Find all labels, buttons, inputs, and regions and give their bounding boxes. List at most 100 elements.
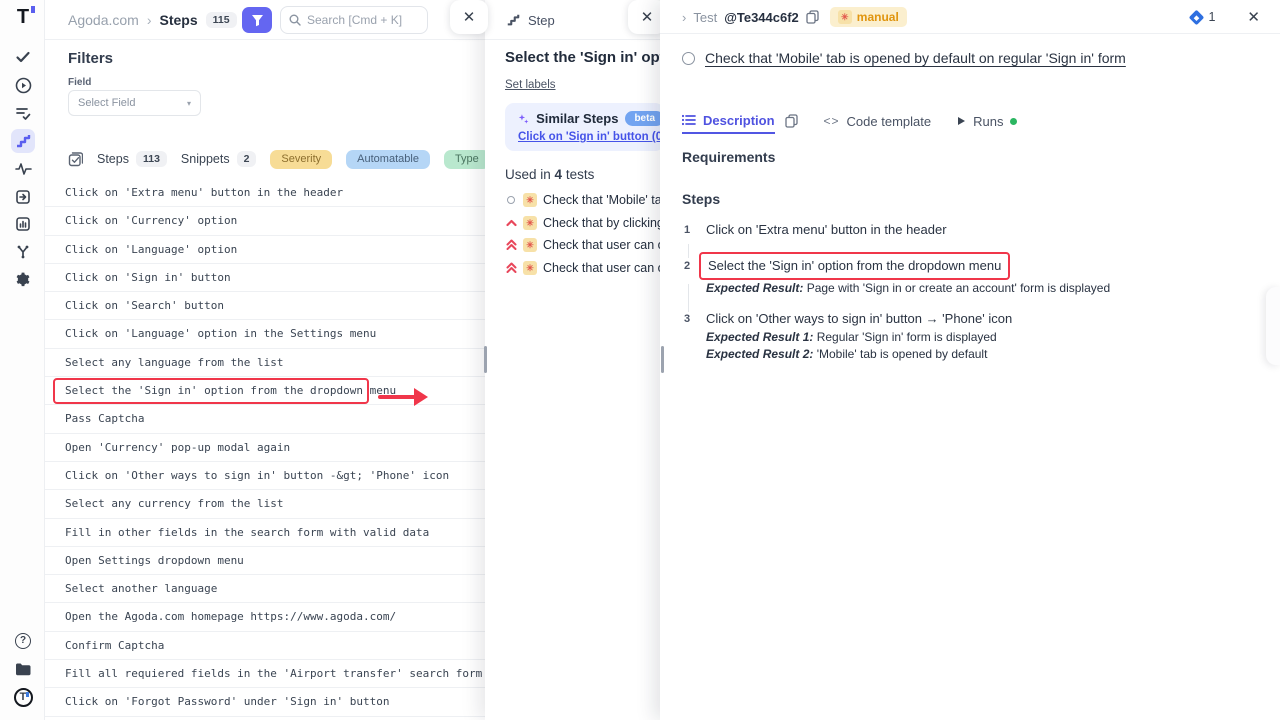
profile-logo-icon[interactable]: T [11,685,35,709]
breadcrumb-separator-icon: › [147,12,152,28]
priority-high-icon [505,217,517,229]
step-panel-title-label: Step [528,13,555,28]
test-title[interactable]: Check that 'Mobile' tab is opened by def… [705,50,1126,66]
test-list-item[interactable]: ✳ Check that user can op [505,234,660,257]
test-step: 1 Click on 'Extra menu' button in the he… [682,220,1260,240]
branch-icon[interactable] [11,240,35,264]
test-detail-panel: › Test @Te344c6f2 ✳ manual 1 ✕ Check tha… [660,0,1280,720]
manual-emoji-icon: ✳ [523,216,537,230]
manual-emoji-icon: ✳ [523,193,537,207]
tab-snippets-count: 2 [237,151,257,167]
tab-runs-label: Runs [973,114,1003,129]
tab-snippets[interactable]: Snippets 2 [181,151,257,167]
similar-step-link[interactable]: Click on 'Sign in' button (0.9715 [518,131,660,143]
multi-select-icon[interactable] [68,152,83,167]
breadcrumb: Agoda.com › Steps 115 [68,0,237,40]
step-detail-panel: Step ✕ Select the 'Sign in' optio Set la… [485,0,660,720]
expected-result-text: 'Mobile' tab is opened by default [817,347,988,361]
beta-badge: beta [625,111,660,126]
pulse-icon[interactable] [11,157,35,181]
expected-result-label: Expected Result: [706,281,803,295]
funnel-icon [251,14,264,27]
test-step: 2 Select the 'Sign in' option from the d… [682,252,1260,297]
used-in-tests-list: ✳ Check that 'Mobile' tab ✳ Check that b… [505,189,660,279]
projects-folder-icon[interactable] [11,657,35,681]
expected-result: Expected Result 1: Regular 'Sign in' for… [706,329,1260,346]
chevron-down-icon: ▾ [187,99,191,108]
report-chart-icon[interactable] [11,212,35,236]
tab-steps-label: Steps [97,152,129,166]
filter-button[interactable] [242,7,272,33]
test-title-row: Check that 'Mobile' tab is opened by def… [682,50,1260,66]
close-test-panel-button[interactable]: ✕ [1247,8,1260,26]
step-number: 3 [684,313,690,325]
similar-steps-box: Similar Steps beta Click on 'Sign in' bu… [505,103,660,151]
help-icon[interactable]: ? [11,629,35,653]
expected-result-label: Expected Result 1: [706,330,813,344]
tag-severity[interactable]: Severity [270,150,332,169]
copy-test-id-icon[interactable] [806,10,819,24]
test-id: @Te344c6f2 [724,10,799,25]
priority-none-icon [682,52,695,65]
field-select-value: Select Field [78,97,135,109]
expected-result-text: Regular 'Sign in' form is displayed [817,330,997,344]
task-diamond-icon [1189,9,1205,25]
app-sidebar: T ? T [0,0,45,720]
step-number: 1 [684,224,690,236]
test-item-title: Check that by clicking o [543,216,660,230]
runs-play-icon[interactable] [11,73,35,97]
test-tabs: Description <> Code template Runs [682,108,1017,134]
task-link[interactable]: 1 [1191,10,1215,24]
close-list-panel-button[interactable]: ✕ [450,0,488,34]
filters-title: Filters [68,50,113,67]
test-panel-resize-handle[interactable] [661,346,664,373]
step-panel-header: Step ✕ [485,0,660,40]
tab-code-template[interactable]: <> Code template [824,108,932,134]
tag-type[interactable]: Type [444,150,490,169]
test-list-item[interactable]: ✳ Check that by clicking o [505,212,660,235]
collapsed-drawer-handle[interactable] [1266,287,1280,365]
tab-steps[interactable]: Steps 113 [97,151,167,167]
tag-automatable[interactable]: Automatable [346,150,430,169]
manual-emoji-icon: ✳ [523,238,537,252]
priority-highest-icon [505,262,517,274]
used-in-tests-label: Used in 4 tests [505,167,594,182]
steps-count-badge: 115 [206,12,237,28]
list-toolbar: Steps 113 Snippets 2 Severity Automatabl… [68,148,537,170]
sparkle-icon [518,112,529,126]
tasks-check-icon[interactable] [11,45,35,69]
close-step-panel-button[interactable]: ✕ [628,0,660,34]
search-icon [289,14,301,26]
close-icon: ✕ [641,10,654,25]
step-text-highlighted[interactable]: Select the 'Sign in' option from the dro… [699,252,1010,280]
field-label: Field [68,77,91,88]
test-list-item[interactable]: ✳ Check that 'Mobile' tab [505,189,660,212]
steps-icon[interactable] [11,129,35,153]
chevron-right-icon[interactable]: › [682,10,686,25]
import-icon[interactable] [11,185,35,209]
tab-description[interactable]: Description [682,108,775,134]
set-labels-link[interactable]: Set labels [505,79,556,91]
test-item-title: Check that user can op [543,261,660,275]
expected-result-label: Expected Result 2: [706,347,813,361]
search-input[interactable] [307,13,417,27]
field-select[interactable]: Select Field ▾ [68,90,201,116]
settings-gear-icon[interactable] [11,268,35,292]
description-list-icon [682,114,696,126]
play-icon [957,116,966,126]
copy-description-icon[interactable] [785,114,798,128]
expected-result: Expected Result: Page with 'Sign in or c… [706,280,1260,297]
step-panel-resize-handle[interactable] [484,346,487,373]
tab-snippets-label: Snippets [181,152,230,166]
search-box[interactable] [280,6,428,34]
test-item-title: Check that 'Mobile' tab [543,193,660,207]
step-text[interactable]: Click on 'Extra menu' button in the head… [706,220,1260,240]
tab-code-template-label: Code template [847,114,932,129]
requirements-heading: Requirements [682,149,775,165]
checklist-icon[interactable] [11,101,35,125]
breadcrumb-page: Steps [160,12,198,28]
breadcrumb-project[interactable]: Agoda.com [68,12,139,28]
step-text[interactable]: Click on 'Other ways to sign in' button … [706,309,1260,329]
tab-runs[interactable]: Runs [957,108,1017,134]
test-list-item[interactable]: ✳ Check that user can op [505,257,660,280]
